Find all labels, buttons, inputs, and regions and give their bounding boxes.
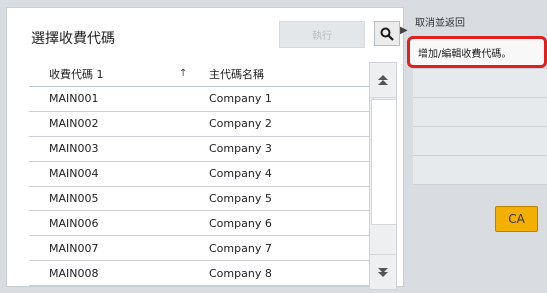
cell-charge-code: MAIN008 (49, 266, 99, 280)
cancel-and-return-item[interactable]: 取消並返回 (415, 14, 465, 29)
table-row[interactable]: MAIN007 Company 7 (29, 236, 369, 262)
sort-ascending-icon[interactable]: ↑ (179, 68, 209, 79)
table-row[interactable]: MAIN008 Company 8 (29, 261, 369, 287)
cell-master-name: Company 5 (209, 192, 272, 205)
scroll-up-button[interactable] (370, 63, 396, 98)
screen: 選擇收費代碼 執行 收費代碼 1 ↑ 主代碼名稱 MAIN001 Company… (0, 0, 547, 293)
cell-charge-code: MAIN006 (49, 216, 99, 230)
cell-master-name: Company 8 (209, 266, 272, 280)
panel-toggle-arrow-icon[interactable]: ▶ (400, 25, 408, 36)
ca-button[interactable]: CA (495, 206, 538, 232)
double-chevron-down-icon (378, 267, 388, 277)
cell-charge-code: MAIN004 (49, 167, 99, 181)
cell-master-name: Company 1 (209, 92, 272, 106)
table-scrollbar[interactable] (369, 62, 397, 290)
charge-code-table: 收費代碼 1 ↑ 主代碼名稱 MAIN001 Company 1 MAIN002… (29, 61, 369, 287)
scroll-down-button[interactable] (370, 254, 396, 289)
cell-master-name: Company 2 (209, 117, 272, 131)
table-row[interactable]: MAIN001 Company 1 (29, 87, 369, 112)
cell-charge-code: MAIN005 (49, 192, 99, 205)
table-row[interactable]: MAIN002 Company 2 (29, 112, 369, 137)
action-list-slot (413, 69, 547, 98)
table-header: 收費代碼 1 ↑ 主代碼名稱 (29, 61, 369, 87)
table-row[interactable]: MAIN005 Company 5 (29, 187, 369, 212)
add-edit-charge-code-item[interactable]: 增加/編輯收費代碼。 (407, 36, 547, 68)
double-chevron-up-icon (378, 74, 388, 85)
cell-master-name: Company 6 (209, 216, 272, 230)
table-row[interactable]: MAIN004 Company 4 (29, 162, 369, 187)
table-row[interactable]: MAIN003 Company 3 (29, 137, 369, 162)
cell-charge-code: MAIN002 (49, 117, 99, 131)
search-button[interactable] (374, 21, 400, 46)
execute-button[interactable]: 執行 (279, 21, 365, 48)
column-header-charge-code[interactable]: 收費代碼 1 (29, 66, 179, 82)
cell-master-name: Company 3 (209, 142, 272, 156)
search-icon (380, 27, 394, 41)
cell-charge-code: MAIN001 (49, 92, 99, 106)
cell-charge-code: MAIN007 (49, 241, 99, 255)
cell-master-name: Company 4 (209, 167, 272, 181)
table-row[interactable]: MAIN006 Company 6 (29, 211, 369, 237)
cell-charge-code: MAIN003 (49, 142, 99, 156)
action-list-slot (413, 127, 547, 156)
column-header-master-name[interactable]: 主代碼名稱 (209, 66, 369, 82)
code-selection-panel: 選擇收費代碼 執行 收費代碼 1 ↑ 主代碼名稱 MAIN001 Company… (6, 7, 404, 290)
page-title: 選擇收費代碼 (31, 31, 115, 47)
action-list-slot (413, 156, 547, 185)
action-list-slot (413, 98, 547, 127)
cell-master-name: Company 7 (209, 241, 272, 255)
scroll-thumb[interactable] (371, 99, 397, 225)
